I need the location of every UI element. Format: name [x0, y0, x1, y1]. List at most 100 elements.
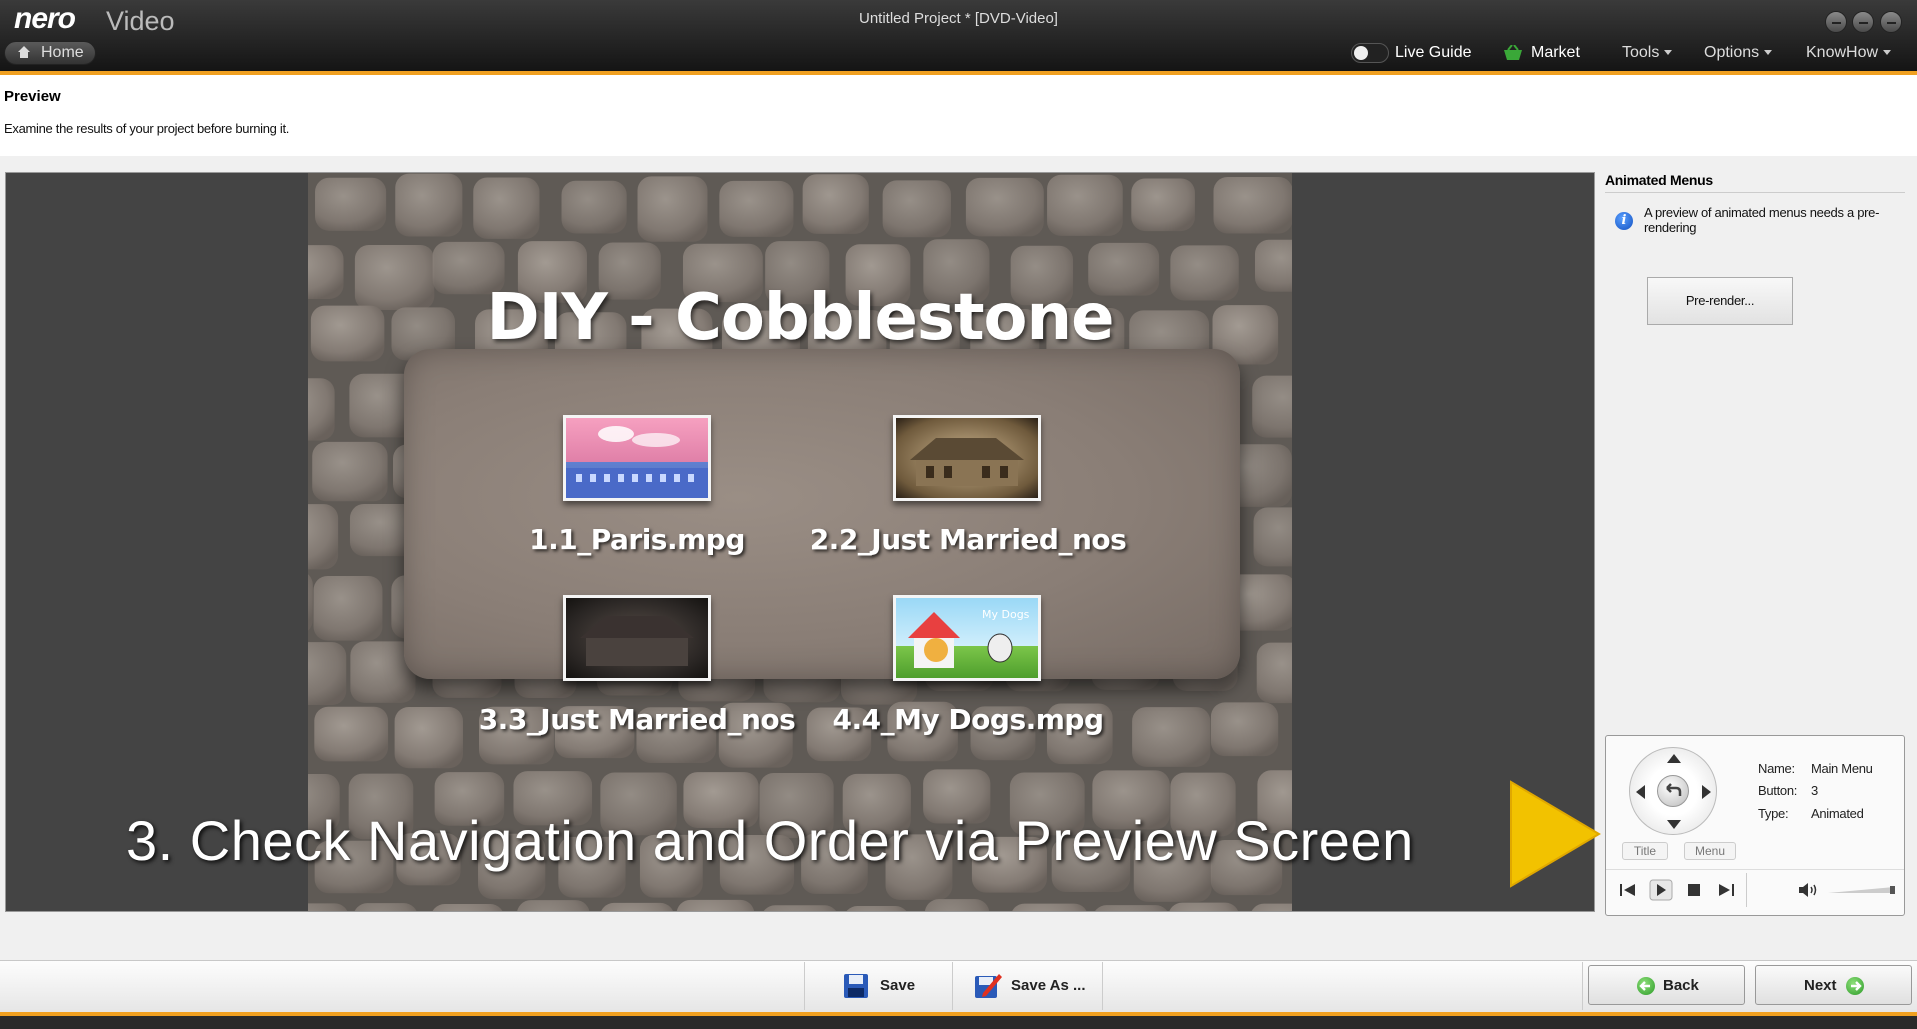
cobblestone — [1169, 902, 1239, 911]
animated-menus-title: Animated Menus — [1605, 172, 1713, 188]
cobblestone — [1047, 174, 1123, 236]
info-icon: i — [1615, 212, 1633, 230]
divider — [1606, 869, 1904, 870]
chevron-down-icon — [1664, 50, 1673, 56]
cobblestone — [846, 906, 907, 911]
next-label: Next — [1804, 977, 1837, 994]
save-as-icon — [975, 974, 1002, 998]
divider — [1605, 192, 1905, 193]
cobblestone — [517, 900, 590, 911]
cobblestone — [802, 174, 869, 234]
previous-icon[interactable] — [1616, 879, 1640, 901]
name-key: Name: — [1758, 761, 1795, 776]
preview-screen[interactable]: DIY - Cobblestone 1.1_Paris.mpg 2.2_Just… — [5, 172, 1595, 912]
type-value: Animated — [1811, 806, 1864, 821]
cobblestone — [965, 177, 1044, 237]
cobblestone — [432, 904, 503, 911]
divider — [1102, 962, 1103, 1010]
menu-item-thumbnail[interactable] — [563, 595, 711, 681]
cobblestone — [1012, 903, 1087, 911]
cobblestone — [763, 905, 837, 911]
next-button[interactable]: Next — [1755, 965, 1912, 1005]
dvd-menu: DIY - Cobblestone 1.1_Paris.mpg 2.2_Just… — [308, 173, 1292, 911]
next-icon[interactable] — [1714, 879, 1738, 901]
cobblestone — [719, 180, 794, 237]
menu-item-label[interactable]: 3.3_Just Married_nos — [472, 703, 802, 736]
enter-icon — [1666, 783, 1682, 796]
chevron-down-icon — [1764, 50, 1773, 56]
arrow-right-icon[interactable] — [1702, 785, 1711, 799]
close-button[interactable] — [1880, 11, 1902, 33]
animated-menus-info: A preview of animated menus needs a pre-… — [1644, 205, 1880, 235]
cobblestone — [312, 441, 388, 502]
menu-item-thumbnail[interactable]: My Dogs — [893, 595, 1041, 681]
tools-menu[interactable]: Tools — [1622, 44, 1673, 62]
play-icon[interactable] — [1649, 879, 1673, 901]
menu-button[interactable]: Menu — [1684, 842, 1736, 860]
menu-item-label[interactable]: 4.4_My Dogs.mpg — [803, 703, 1133, 736]
cobblestone — [394, 707, 463, 769]
menu-item-label[interactable]: 2.2_Just Married_nos — [803, 523, 1133, 556]
pre-render-button[interactable]: Pre-render... — [1647, 277, 1793, 325]
cobblestone — [308, 504, 339, 570]
save-button[interactable]: Save — [806, 962, 952, 1010]
thumb-text: My Dogs — [982, 608, 1030, 621]
title-bar: nero Video Untitled Project * [DVD-Video… — [0, 0, 1917, 72]
menu-item-thumbnail[interactable] — [563, 415, 711, 501]
back-arrow-icon — [1637, 977, 1655, 995]
enter-button[interactable] — [1657, 775, 1689, 807]
options-menu[interactable]: Options — [1704, 44, 1773, 62]
arrow-up-icon[interactable] — [1667, 754, 1681, 763]
back-button[interactable]: Back — [1588, 965, 1745, 1005]
cobblestone — [395, 173, 463, 237]
basket-icon — [1504, 45, 1522, 60]
title-button[interactable]: Title — [1622, 842, 1668, 860]
navigation-dpad[interactable] — [1629, 747, 1717, 835]
divider — [1582, 962, 1583, 1010]
divider — [1746, 873, 1747, 907]
cobblestone — [924, 899, 990, 911]
cobblestone — [1210, 702, 1279, 757]
cobblestone — [1132, 707, 1211, 767]
home-label: Home — [41, 44, 84, 61]
stop-icon[interactable] — [1682, 879, 1706, 901]
dogs-thumb-art: My Dogs — [908, 608, 1030, 668]
divider — [804, 962, 805, 1010]
cobblestone — [1253, 507, 1292, 567]
cobblestone — [1252, 375, 1292, 438]
knowhow-menu[interactable]: KnowHow — [1806, 44, 1892, 62]
menu-item-label[interactable]: 1.1_Paris.mpg — [472, 523, 802, 556]
cobblestone — [882, 180, 951, 238]
live-guide-toggle[interactable] — [1351, 43, 1389, 63]
market-menu[interactable]: Market — [1531, 44, 1580, 62]
chevron-down-icon — [1883, 50, 1892, 56]
arrow-down-icon[interactable] — [1667, 820, 1681, 829]
tools-label: Tools — [1622, 44, 1660, 61]
cobblestone — [313, 575, 383, 641]
cobblestone — [354, 903, 417, 911]
volume-icon[interactable] — [1796, 879, 1820, 901]
knowhow-label: KnowHow — [1806, 44, 1879, 61]
tutorial-caption: 3. Check Navigation and Order via Previe… — [126, 809, 1414, 872]
window-title: Untitled Project * [DVD-Video] — [859, 10, 1058, 27]
accent-line — [0, 71, 1917, 75]
menu-item-thumbnail[interactable] — [893, 415, 1041, 501]
save-as-button[interactable]: Save As ... — [953, 962, 1102, 1010]
save-label: Save — [880, 977, 916, 994]
cobblestone — [1213, 176, 1292, 234]
home-button[interactable]: Home — [4, 41, 96, 65]
cobblestone — [561, 180, 627, 234]
paris-thumb-art — [566, 426, 708, 498]
cobblestone — [1131, 178, 1195, 232]
page-description: Examine the results of your project befo… — [4, 121, 290, 136]
cobblestone — [601, 902, 673, 911]
name-value: Main Menu — [1811, 761, 1873, 776]
restore-button[interactable] — [1852, 11, 1874, 33]
header — [0, 76, 1917, 156]
save-as-label: Save As ... — [1011, 977, 1086, 994]
volume-slider[interactable] — [1828, 886, 1896, 894]
live-guide-label[interactable]: Live Guide — [1395, 44, 1472, 62]
arrow-left-icon[interactable] — [1636, 785, 1645, 799]
next-arrow-icon — [1846, 977, 1864, 995]
minimize-button[interactable] — [1825, 11, 1847, 33]
